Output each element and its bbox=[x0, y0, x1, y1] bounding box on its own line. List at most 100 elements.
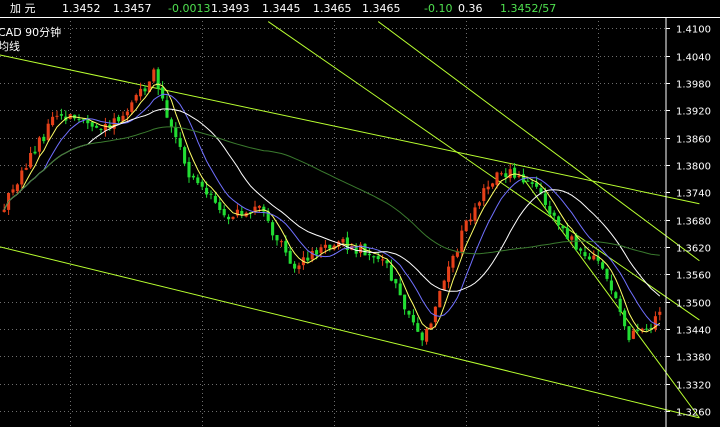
candle-body bbox=[372, 256, 376, 258]
candle-body bbox=[623, 310, 627, 327]
candle-body bbox=[33, 151, 37, 154]
candle-body bbox=[11, 189, 15, 193]
y-tick-label: 1.3560 bbox=[676, 271, 711, 282]
candle-body bbox=[552, 212, 556, 216]
candle-body bbox=[557, 216, 561, 226]
candle-body bbox=[161, 87, 165, 99]
y-tick-label: 1.3500 bbox=[676, 299, 711, 310]
candle-body bbox=[169, 119, 173, 127]
candle-body bbox=[517, 175, 521, 177]
candle-body bbox=[279, 241, 283, 243]
candle-body bbox=[645, 328, 649, 330]
y-tick-label: 1.3800 bbox=[676, 162, 711, 173]
candle-body bbox=[139, 88, 143, 97]
candle-body bbox=[156, 69, 160, 89]
candle-body bbox=[565, 227, 569, 239]
candle-body bbox=[420, 332, 424, 341]
candle-body bbox=[447, 266, 451, 282]
y-tick-label: 1.3980 bbox=[676, 80, 711, 91]
candle-body bbox=[222, 209, 226, 216]
candle-body bbox=[583, 252, 587, 257]
indicator-label: 均线 bbox=[0, 39, 20, 53]
candle-body bbox=[42, 136, 46, 142]
y-tick-label: 1.3680 bbox=[676, 217, 711, 228]
candle-body bbox=[125, 111, 129, 116]
candle-body bbox=[297, 265, 301, 270]
candle-body bbox=[561, 225, 565, 229]
candle-body bbox=[605, 269, 609, 279]
candle-body bbox=[631, 330, 635, 339]
candle-body bbox=[196, 177, 200, 184]
candle-body bbox=[95, 125, 99, 128]
symbol-period-label: CAD 90分钟 bbox=[0, 25, 61, 39]
candle-body bbox=[477, 202, 481, 206]
candle-body bbox=[464, 220, 468, 232]
candle-body bbox=[425, 328, 429, 342]
candle-body bbox=[218, 202, 222, 211]
quote-field-2: -0.0013 bbox=[168, 2, 211, 15]
price-chart[interactable]: 1.4100 1.4040 1.3980 1.3920 1.3860 1.3800 1.37… bbox=[0, 17, 720, 427]
candle-body bbox=[499, 173, 503, 175]
candle-body bbox=[636, 329, 640, 331]
candle-body bbox=[389, 264, 393, 281]
candle-body bbox=[240, 210, 244, 215]
candle-body bbox=[627, 326, 631, 341]
candle-body bbox=[55, 115, 59, 117]
candle-body bbox=[328, 244, 332, 249]
y-tick-label: 1.3620 bbox=[676, 244, 711, 255]
candle-body bbox=[579, 248, 583, 251]
candle-body bbox=[592, 255, 596, 260]
candle-body bbox=[174, 127, 178, 138]
quote-field-4: 1.3445 bbox=[262, 2, 301, 15]
candle-body bbox=[59, 114, 63, 116]
candle-body bbox=[178, 137, 182, 147]
candle-body bbox=[394, 279, 398, 284]
chart-background bbox=[0, 17, 720, 427]
candle-body bbox=[491, 183, 495, 187]
candle-body bbox=[213, 195, 217, 203]
candle-body bbox=[288, 250, 292, 264]
candle-body bbox=[609, 280, 613, 291]
candle-body bbox=[209, 193, 213, 195]
y-tick-label: 1.4100 bbox=[676, 25, 711, 36]
y-tick-label: 1.3380 bbox=[676, 353, 711, 364]
quote-header: 加 元 1.3452 1.3457 -0.0013 1.3493 1.3445 … bbox=[0, 0, 720, 17]
candle-body bbox=[271, 222, 275, 236]
candle-body bbox=[2, 209, 6, 212]
candle-body bbox=[310, 250, 314, 260]
candle-body bbox=[29, 153, 33, 168]
candle-body bbox=[134, 95, 138, 101]
candle-body bbox=[451, 255, 455, 268]
y-tick-label: 1.3320 bbox=[676, 381, 711, 392]
candle-body bbox=[117, 116, 121, 122]
candle-body bbox=[46, 123, 50, 141]
candle-body bbox=[658, 311, 662, 315]
candle-body bbox=[438, 290, 442, 308]
candle-body bbox=[284, 241, 288, 253]
candle-body bbox=[473, 207, 477, 221]
candle-body bbox=[548, 206, 552, 215]
quote-field-1: 1.3457 bbox=[113, 2, 152, 15]
candle-body bbox=[495, 172, 499, 185]
instrument-name: 加 元 bbox=[10, 2, 36, 15]
candle-body bbox=[24, 168, 28, 170]
quote-field-7: -0.10 bbox=[424, 2, 453, 15]
quote-field-9: 1.3452/57 bbox=[500, 2, 557, 15]
candle-body bbox=[257, 205, 261, 208]
candle-body bbox=[341, 239, 345, 243]
quote-field-3: 1.3493 bbox=[211, 2, 250, 15]
candle-body bbox=[381, 259, 385, 261]
candle-body bbox=[315, 250, 319, 255]
candle-body bbox=[152, 69, 156, 82]
candle-body bbox=[570, 236, 574, 240]
y-tick-label: 1.3740 bbox=[676, 189, 711, 200]
candle-body bbox=[416, 323, 420, 332]
candle-body bbox=[398, 283, 402, 296]
candle-body bbox=[403, 294, 407, 310]
candle-body bbox=[504, 173, 508, 178]
candle-body bbox=[530, 182, 534, 184]
candle-body bbox=[618, 298, 622, 312]
candle-body bbox=[526, 180, 530, 182]
candle-body bbox=[15, 184, 19, 192]
quote-field-8: 0.36 bbox=[458, 2, 483, 15]
